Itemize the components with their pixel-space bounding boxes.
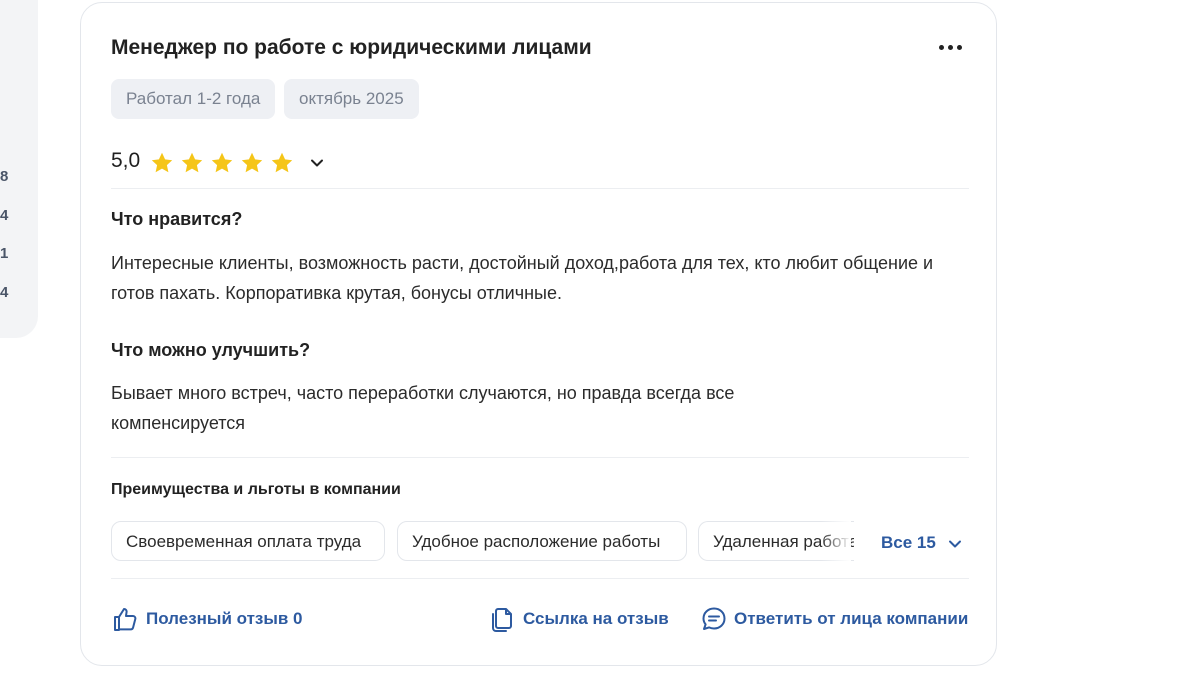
sidebar-count: 1: [0, 245, 9, 262]
improve-text: Бывает много встреч, часто переработки с…: [111, 383, 735, 433]
copy-link-label: Ссылка на отзыв: [523, 609, 669, 628]
all-benefits-link[interactable]: Все 15: [881, 533, 936, 553]
star-icon: [181, 152, 203, 173]
star-icon: [151, 152, 173, 173]
benefit-chip[interactable]: Удобное расположение работы: [397, 521, 687, 561]
experience-tag: Работал 1-2 года: [111, 79, 276, 119]
sidebar-count: 8: [0, 168, 9, 185]
star-icon: [241, 152, 263, 173]
chevron-down-icon[interactable]: [309, 155, 325, 171]
benefits-heading: Преимущества и льготы в компании: [111, 481, 401, 498]
divider: [111, 578, 969, 579]
benefit-chip[interactable]: Своевременная оплата труда: [111, 521, 385, 561]
helpful-button[interactable]: Полезный отзыв 0: [111, 605, 311, 633]
chevron-down-icon[interactable]: [947, 536, 963, 552]
star-icon: [271, 152, 293, 173]
reply-button[interactable]: Ответить от лица компании: [700, 605, 970, 633]
star-icon: [211, 152, 233, 173]
copy-link-button[interactable]: Ссылка на отзыв: [490, 605, 675, 633]
chat-icon: [702, 607, 726, 630]
divider: [111, 457, 969, 458]
review-title: Менеджер по работе с юридическими лицами: [111, 36, 592, 59]
rating-value: 5,0: [111, 149, 141, 172]
chip-fade: [821, 521, 851, 561]
sidebar-count: 4: [0, 284, 9, 301]
helpful-label: Полезный отзыв 0: [146, 609, 303, 628]
improve-heading: Что можно улучшить?: [111, 340, 311, 360]
more-options-icon[interactable]: [939, 45, 965, 53]
date-tag: октябрь 2025: [284, 79, 419, 119]
sidebar-count: 4: [0, 207, 9, 224]
review-card: Менеджер по работе с юридическими лицами…: [80, 2, 997, 666]
thumbs-up-icon: [114, 608, 137, 631]
reply-label: Ответить от лица компании: [734, 609, 969, 628]
likes-heading: Что нравится?: [111, 209, 243, 229]
likes-text: Интересные клиенты, возможность расти, д…: [111, 253, 934, 303]
divider: [111, 188, 969, 189]
copy-icon: [492, 608, 512, 632]
